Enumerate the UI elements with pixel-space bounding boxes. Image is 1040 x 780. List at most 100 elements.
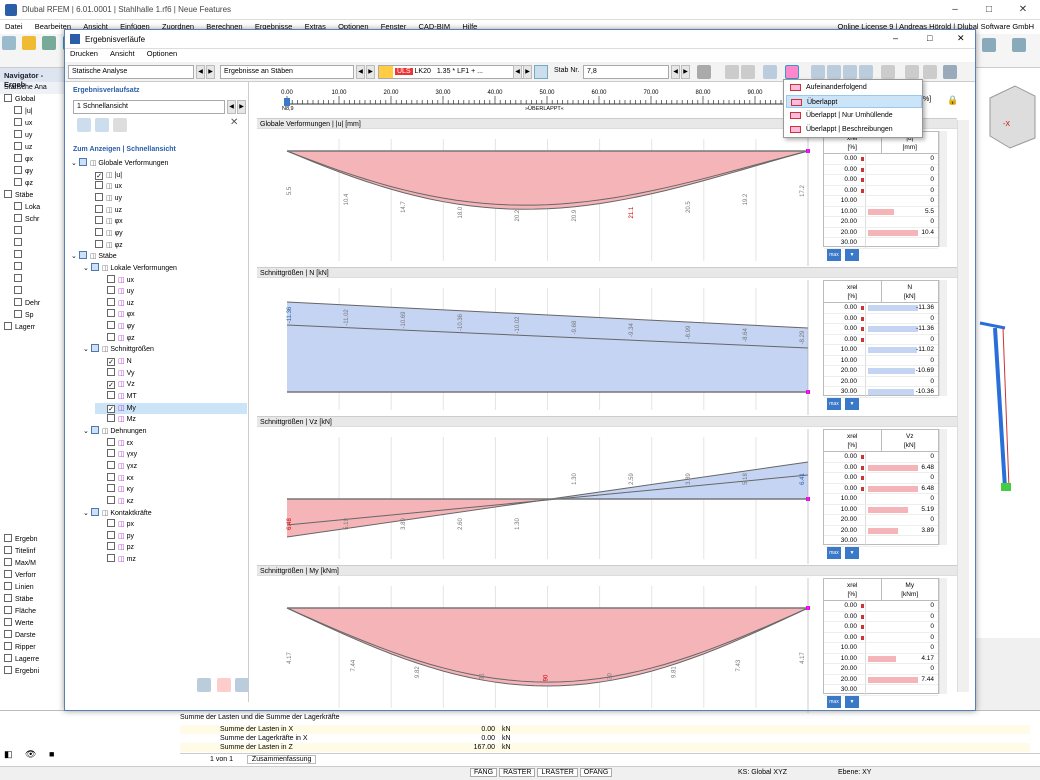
tree-item[interactable]: ✓ ◫ |u| [83,170,247,181]
table-row[interactable]: 0.00 0 [824,334,938,345]
group-checkbox[interactable] [78,251,87,260]
tree-item[interactable]: ✓ ◫ N [95,356,247,367]
copy-set-icon[interactable] [95,118,109,132]
tree-item[interactable]: ◫ φz [95,332,247,344]
save-icon[interactable] [42,36,57,50]
tree-item[interactable]: ⌄ ◫ Dehnungen [83,425,247,437]
checkbox[interactable] [4,94,12,102]
prev-button[interactable]: ◀ [196,65,205,79]
tree-item[interactable]: ⌄ ◫ Lokale Verformungen [83,262,247,274]
checkbox[interactable] [95,216,103,225]
table-scrollbar[interactable] [939,578,947,694]
next-button[interactable]: ▶ [523,65,532,79]
navigator-combo[interactable]: Statische Ana [0,82,65,94]
checkbox[interactable] [107,484,115,493]
checkbox[interactable] [4,582,12,590]
edit-set-icon[interactable] [113,118,127,132]
checkbox[interactable] [14,130,22,138]
checkbox[interactable] [4,642,12,650]
option-icon[interactable] [905,65,919,79]
dialog-minimize-button[interactable]: – [893,33,898,43]
load-combination-select[interactable]: ULS LK20 1.35 * LF1 + ... [378,65,524,79]
checkbox[interactable] [4,546,12,554]
checkbox[interactable] [4,190,12,198]
checkbox[interactable] [107,472,115,481]
checkbox[interactable] [107,495,115,504]
checkbox[interactable] [107,542,115,551]
navigator-item[interactable]: Global [0,94,65,106]
table-row[interactable]: 0.00 0 [824,175,938,186]
view-icon[interactable] [982,38,996,52]
tree-item[interactable]: ◫ γxy [95,449,247,460]
table-row[interactable]: 30.00 [824,685,938,696]
tree-item[interactable]: ◫ κx [95,472,247,484]
result-diagram[interactable]: -11.36 -11.02 -10.69 -10.36 -10.02 -9.68 -9.34… [257,280,817,415]
checkbox[interactable] [14,298,22,306]
status-toggle-button[interactable]: LRASTER [537,768,578,777]
checkbox[interactable] [107,554,115,563]
print-icon[interactable] [697,65,711,79]
table-row[interactable]: 10.00 0 [824,196,938,207]
result-diagram[interactable]: 5.5 10.4 14.7 18.0 20.2 20.9 21.1 20.5 19.2 17.2 [257,131,817,266]
navigator-item[interactable] [0,262,65,274]
max-button[interactable]: max [827,547,841,559]
lock-icon[interactable]: 🔒 [947,95,958,106]
new-icon[interactable] [2,36,16,50]
navigator-item[interactable]: φx [0,154,65,166]
navigator-item[interactable]: uz [0,142,65,154]
checkbox[interactable] [4,558,12,566]
table-row[interactable]: 20.00 10.4 [824,227,938,238]
checkbox[interactable] [4,606,12,614]
expand-icon[interactable]: ⌄ [83,265,91,272]
delete-set-icon[interactable]: ✕ [230,117,238,128]
checkbox[interactable] [14,310,22,318]
max-button[interactable]: max [827,398,841,410]
dropdown-envelope-only[interactable]: Überlappt | Nur Umhüllende [786,109,922,122]
table-row[interactable]: 20.00 7.44 [824,674,938,685]
table-row[interactable]: 10.00 0 [824,643,938,654]
checkbox[interactable] [107,437,115,446]
table-scrollbar[interactable] [939,280,947,396]
next-button[interactable]: ▶ [206,65,215,79]
tree-item[interactable]: ◫ φz [83,239,247,251]
checkbox[interactable] [14,238,22,246]
set-select[interactable]: 1 Schnellansicht [73,100,225,114]
dropdown-sequential[interactable]: Aufeinanderfolgend [786,81,922,94]
checkbox[interactable] [14,106,22,114]
menu-item[interactable]: Datei [0,20,28,33]
checkbox[interactable] [4,654,12,662]
checkbox[interactable] [14,118,22,126]
status-toggle-button[interactable]: OFANG [579,768,613,777]
navigator-item[interactable]: φz [0,178,65,190]
checkbox[interactable] [107,460,115,469]
checkbox[interactable] [4,618,12,626]
dialog-menu-item[interactable]: Optionen [147,49,177,58]
dialog-menu-item[interactable]: Ansicht [110,49,135,58]
filter-icon[interactable]: ▼ [845,696,859,708]
navigator-item[interactable]: Stäbe [0,190,65,202]
display-icon[interactable] [763,65,777,79]
new-set-icon[interactable] [77,118,91,132]
table-row[interactable]: 0.00 0 [824,473,938,484]
tree-item[interactable]: ⌄ ◫ Globale Verformungen [71,158,247,169]
tree-item[interactable]: ◫ uy [95,286,247,297]
tree-item[interactable]: ◫ Vy [95,367,247,379]
table-row[interactable]: 20.00 3.89 [824,525,938,536]
group-checkbox[interactable] [90,507,99,516]
next-button[interactable]: ▶ [237,100,246,114]
tree-item[interactable]: ◫ φy [95,321,247,332]
tree-item[interactable]: ✓ ◫ My [95,402,247,414]
checkbox[interactable] [14,226,22,234]
checkbox[interactable] [107,449,115,458]
checkbox[interactable] [14,262,22,270]
next-button[interactable]: ▶ [366,65,375,79]
expand-icon[interactable]: ⌄ [83,510,91,517]
tree-item[interactable]: ◫ mz [95,554,247,565]
table-row[interactable]: 0.00 0 [824,154,938,165]
tree-item[interactable]: ⌄ ◫ Schnittgrößen [83,344,247,355]
checkbox[interactable] [14,142,22,150]
tree-item[interactable]: ◫ pz [95,542,247,553]
group-checkbox[interactable] [78,158,87,166]
checkbox[interactable] [95,204,103,213]
navigator-item[interactable]: ux [0,118,65,130]
